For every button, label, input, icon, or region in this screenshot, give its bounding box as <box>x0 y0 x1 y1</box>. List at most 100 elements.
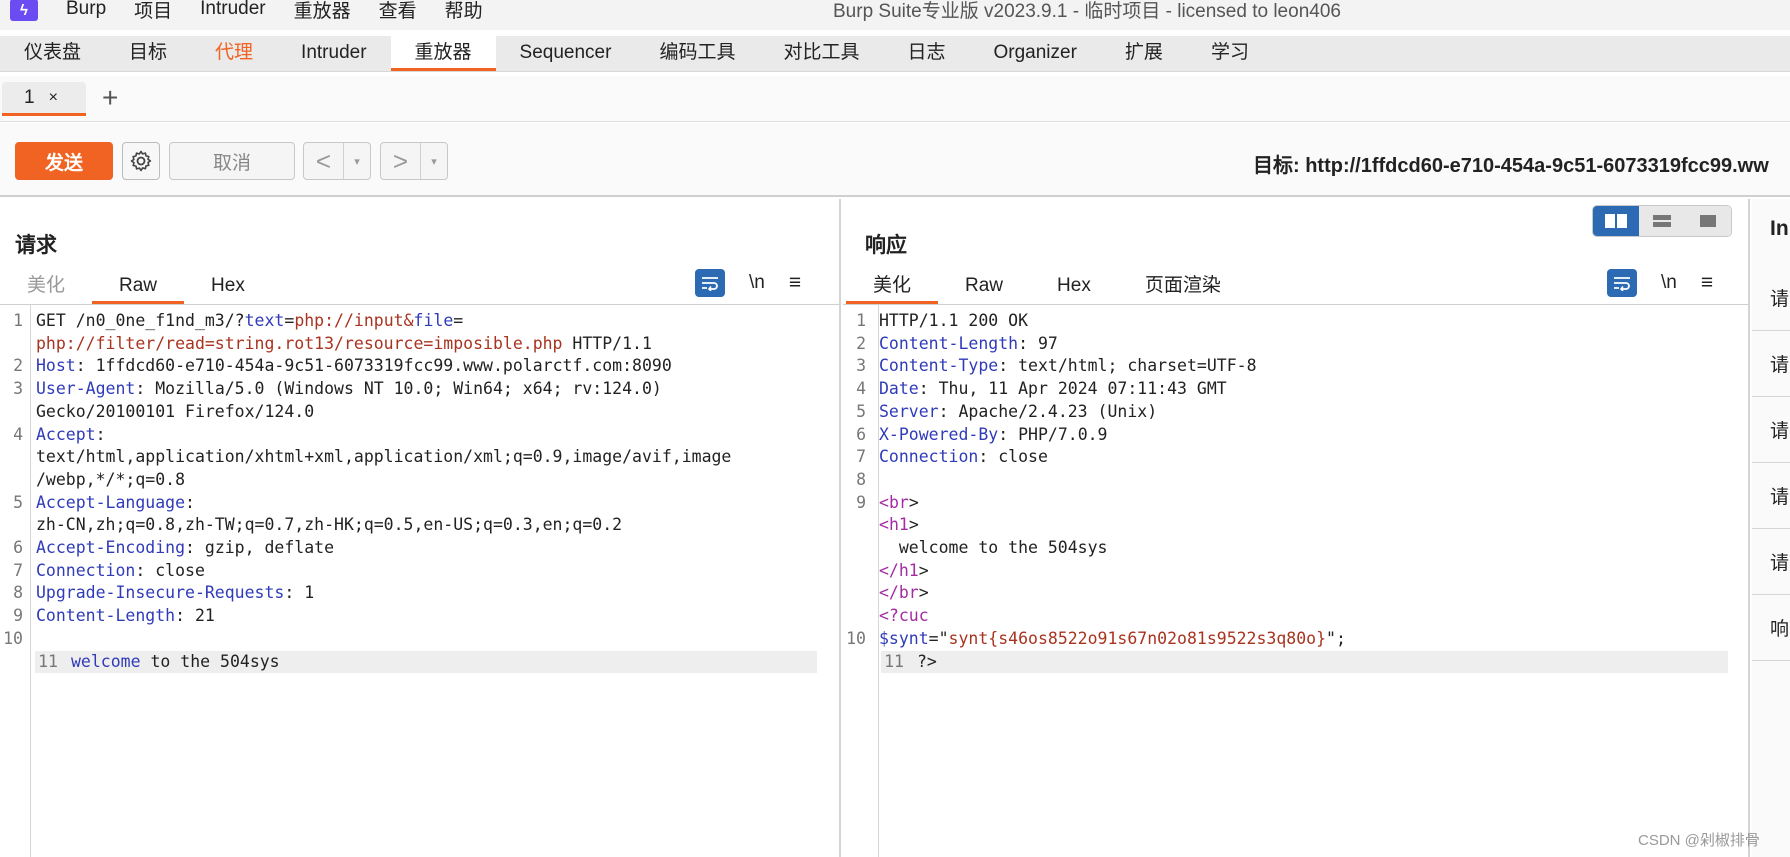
code-line[interactable]: <?cuc <box>843 605 1748 627</box>
tab-raw[interactable]: Raw <box>92 271 185 304</box>
inspector-row[interactable]: 请 <box>1752 397 1790 463</box>
code-line[interactable]: </h1> <box>843 560 1748 582</box>
code-line[interactable]: php://filter/read=string.rot13/resource=… <box>0 333 839 355</box>
response-view-tabs: 美化 Raw Hex 页面渲染 <box>846 271 1248 304</box>
code-line[interactable]: 11 ?> <box>881 650 1728 673</box>
code-line[interactable]: 11 welcome to the 504sys <box>35 650 817 673</box>
tab-organizer[interactable]: Organizer <box>970 36 1101 71</box>
target-url[interactable]: 目标: http://1ffdcd60-e710-454a-9c51-60733… <box>1253 149 1769 178</box>
split-vertical-icon[interactable] <box>1639 206 1685 236</box>
menu-burp[interactable]: Burp <box>52 0 120 20</box>
add-tab-icon[interactable]: + <box>102 82 118 114</box>
code-line[interactable]: Gecko/20100101 Firefox/124.0 <box>0 401 839 423</box>
menu-view[interactable]: 查看 <box>365 0 431 23</box>
code-text: </h1> <box>879 560 929 580</box>
forward-button[interactable]: > ▾ <box>380 142 448 180</box>
menu-intruder[interactable]: Intruder <box>186 0 279 20</box>
code-line[interactable]: 1 HTTP/1.1 200 OK <box>843 310 1748 332</box>
code-line[interactable]: 4 Accept: <box>0 424 839 446</box>
tab-target[interactable]: 目标 <box>105 36 191 71</box>
tab-pretty[interactable]: 美化 <box>0 271 92 304</box>
tab-proxy[interactable]: 代理 <box>191 36 277 71</box>
tab-repeater[interactable]: 重放器 <box>390 36 496 71</box>
menu-project[interactable]: 项目 <box>120 0 186 23</box>
code-line[interactable]: 9 Content-Length: 21 <box>0 605 839 627</box>
menu-repeater[interactable]: 重放器 <box>280 0 365 23</box>
word-wrap-icon[interactable] <box>1607 269 1637 297</box>
inspector-row[interactable]: 请 <box>1752 529 1790 595</box>
menu-help[interactable]: 帮助 <box>431 0 497 23</box>
repeater-tab-1[interactable]: 1 × <box>2 82 86 116</box>
newline-icon[interactable]: \n <box>749 272 765 294</box>
code-line[interactable]: 10 <box>0 628 839 650</box>
response-editor-tools: \n ≡ <box>1607 269 1713 297</box>
code-line[interactable]: 8 Upgrade-Insecure-Requests: 1 <box>0 582 839 604</box>
code-text: welcome to the 504sys <box>879 538 1108 557</box>
code-line[interactable]: 1 GET /n0_0ne_f1nd_m3/?text=php://input&f… <box>0 310 839 332</box>
cancel-button[interactable]: 取消 <box>169 142 295 180</box>
tab-extensions[interactable]: 扩展 <box>1101 36 1187 71</box>
line-number: 3 <box>13 379 23 399</box>
code-text: HTTP/1.1 200 OK <box>879 311 1029 330</box>
tab-learn[interactable]: 学习 <box>1187 36 1273 71</box>
send-button[interactable]: 发送 <box>15 142 113 180</box>
code-line[interactable]: 8 <box>843 469 1748 491</box>
chevron-down-icon[interactable]: ▾ <box>344 155 370 168</box>
code-line[interactable]: 7 Connection: close <box>0 560 839 582</box>
response-pane: 响应 美化 Raw Hex 页面渲染 \n ≡ 1 HTTP/1.1 200 OK… <box>843 199 1750 857</box>
word-wrap-icon[interactable] <box>695 269 725 297</box>
line-number: 11 <box>884 651 904 671</box>
code-line[interactable]: 3 Content-Type: text/html; charset=UTF-8 <box>843 355 1748 377</box>
code-line[interactable]: 9 <br> <box>843 492 1748 514</box>
code-line[interactable]: welcome to the 504sys <box>843 537 1748 559</box>
menu-icon[interactable]: ≡ <box>1701 271 1713 295</box>
code-text: zh-CN,zh;q=0.8,zh-TW;q=0.7,zh-HK;q=0.5,e… <box>36 515 623 535</box>
tab-sequencer[interactable]: Sequencer <box>496 36 636 71</box>
tab-pretty[interactable]: 美化 <box>846 271 939 304</box>
inspector-row[interactable]: 请 <box>1752 265 1790 331</box>
split-horizontal-icon[interactable] <box>1593 206 1639 236</box>
line-number: 8 <box>856 469 866 489</box>
inspector-row[interactable]: 请 <box>1752 463 1790 529</box>
inspector-row[interactable]: 请 <box>1752 331 1790 397</box>
code-line[interactable]: 5 Accept-Language: <box>0 492 839 514</box>
close-icon[interactable]: × <box>49 89 58 107</box>
newline-icon[interactable]: \n <box>1661 272 1677 294</box>
code-line[interactable]: 4 Date: Thu, 11 Apr 2024 07:11:43 GMT <box>843 378 1748 400</box>
tab-hex[interactable]: Hex <box>184 271 272 304</box>
settings-button[interactable] <box>122 142 160 180</box>
line-number: 8 <box>13 583 23 603</box>
code-line[interactable]: 10 $synt="synt{s46os8522o91s67n02o81s9522… <box>843 628 1748 650</box>
tab-raw[interactable]: Raw <box>938 271 1030 304</box>
code-text: GET /n0_0ne_f1nd_m3/?text=php://input&fi… <box>36 311 464 330</box>
line-number: 11 <box>38 651 58 671</box>
response-editor[interactable]: 1 HTTP/1.1 200 OK 2 Content-Length: 97 3 Cont… <box>843 305 1748 857</box>
tab-comparer[interactable]: 对比工具 <box>759 36 883 71</box>
back-button[interactable]: < ▾ <box>303 142 371 180</box>
tab-render[interactable]: 页面渲染 <box>1118 271 1248 304</box>
chevron-down-icon[interactable]: ▾ <box>421 155 447 168</box>
code-line[interactable]: </br> <box>843 582 1748 604</box>
code-line[interactable]: zh-CN,zh;q=0.8,zh-TW;q=0.7,zh-HK;q=0.5,e… <box>0 514 839 536</box>
code-line[interactable]: 5 Server: Apache/2.4.23 (Unix) <box>843 401 1748 423</box>
tab-dashboard[interactable]: 仪表盘 <box>0 36 105 71</box>
request-editor[interactable]: 1 GET /n0_0ne_f1nd_m3/?text=php://input&f… <box>0 305 839 857</box>
code-line[interactable]: 6 X-Powered-By: PHP/7.0.9 <box>843 424 1748 446</box>
menu-icon[interactable]: ≡ <box>789 271 801 295</box>
code-line[interactable]: 6 Accept-Encoding: gzip, deflate <box>0 537 839 559</box>
tab-logger[interactable]: 日志 <box>883 36 969 71</box>
code-line[interactable]: text/html,application/xhtml+xml,applicat… <box>0 446 839 468</box>
code-line[interactable]: 3 User-Agent: Mozilla/5.0 (Windows NT 10.… <box>0 378 839 400</box>
tab-hex[interactable]: Hex <box>1030 271 1118 304</box>
tab-decoder[interactable]: 编码工具 <box>635 36 759 71</box>
code-line[interactable]: 2 Host: 1ffdcd60-e710-454a-9c51-6073319fc… <box>0 355 839 377</box>
code-line[interactable]: 7 Connection: close <box>843 446 1748 468</box>
line-number: 1 <box>856 311 866 330</box>
tab-intruder[interactable]: Intruder <box>277 36 390 71</box>
code-line[interactable]: <h1> <box>843 514 1748 536</box>
request-pane: 请求 美化 Raw Hex \n ≡ 1 GET /n0_0ne_f1nd_m3/… <box>0 199 841 857</box>
code-line[interactable]: 2 Content-Length: 97 <box>843 333 1748 355</box>
inspector-row[interactable]: 响 <box>1752 595 1790 661</box>
single-pane-icon[interactable] <box>1685 206 1731 236</box>
code-line[interactable]: /webp,*/*;q=0.8 <box>0 469 839 491</box>
